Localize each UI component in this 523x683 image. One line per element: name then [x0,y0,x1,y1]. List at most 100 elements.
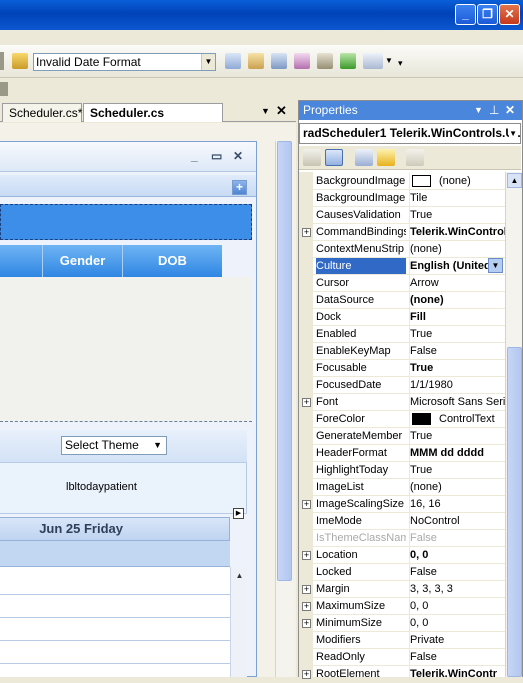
property-row[interactable]: ContextMenuStrip (none) [313,241,505,258]
events-icon[interactable] [377,149,395,166]
property-row[interactable]: ImeMode NoControl [313,513,505,530]
grid-body[interactable] [0,277,252,422]
property-row[interactable]: MinimumSize 0, 0 [313,615,505,632]
start-page-icon[interactable] [340,53,356,69]
property-row[interactable]: HeaderFormat MMM dd dddd [313,445,505,462]
property-value[interactable]: ControlText [409,411,505,427]
chevron-down-icon[interactable]: ▼ [201,54,215,70]
property-row[interactable]: MaximumSize 0, 0 [313,598,505,615]
property-row[interactable]: EnableKeyMap False [313,343,505,360]
theme-select[interactable]: Select Theme ▼ [61,436,167,455]
property-value[interactable]: (none) [409,241,505,257]
grid-column-gender[interactable]: Gender [42,245,122,277]
property-row[interactable]: DataSource (none) [313,292,505,309]
add-icon[interactable]: + [232,180,247,195]
property-row[interactable]: Dock Fill [313,309,505,326]
property-value[interactable]: 0, 0 [409,598,505,614]
categorized-icon[interactable] [303,149,321,166]
pin-icon[interactable]: ⊥ [489,101,499,119]
property-row[interactable]: Font Microsoft Sans Serif [313,394,505,411]
property-value[interactable]: False [409,530,505,546]
property-row[interactable]: FocusedDate 1/1/1980 [313,377,505,394]
object-browser-icon[interactable] [271,53,287,69]
property-value[interactable]: Private [409,632,505,648]
property-row[interactable]: GenerateMember True [313,428,505,445]
property-row[interactable]: ReadOnly False [313,649,505,666]
find-in-files-icon[interactable] [12,53,28,69]
scroll-up-icon[interactable]: ▲ [233,569,246,583]
property-row[interactable]: CommandBindings Telerik.WinControls [313,224,505,241]
property-value[interactable]: 1/1/1980 [409,377,505,393]
property-row[interactable]: Enabled True [313,326,505,343]
expand-icon[interactable]: + [302,585,311,594]
scheduler-scrollbar[interactable]: ▲ [230,567,247,677]
property-pages-icon[interactable] [406,149,424,166]
selected-panel[interactable] [0,204,252,240]
tools-icon[interactable] [317,53,333,69]
property-row[interactable]: BackgroundImage (none) [313,173,505,190]
property-row[interactable]: Culture English (United [313,258,505,275]
property-value[interactable]: 3, 3, 3, 3 [409,581,505,597]
property-value[interactable]: (none) [409,479,505,495]
alphabetical-icon[interactable] [325,149,343,166]
property-row[interactable]: RootElement Telerik.WinContr [313,666,505,683]
toolbox-icon[interactable] [294,53,310,69]
property-row[interactable]: Locked False [313,564,505,581]
property-row[interactable]: Margin 3, 3, 3, 3 [313,581,505,598]
property-value[interactable]: Telerik.WinControls [409,224,505,240]
property-row[interactable]: ImageList (none) [313,479,505,496]
property-value[interactable]: Fill [409,309,505,325]
property-row[interactable]: Cursor Arrow [313,275,505,292]
find-combo[interactable]: Invalid Date Format ▼ [33,53,216,71]
property-value[interactable]: True [409,462,505,478]
property-value[interactable]: NoControl [409,513,505,529]
tab-list-dropdown-icon[interactable]: ▼ [261,106,270,116]
tab-scheduler-cs[interactable]: Scheduler.cs* [2,103,82,122]
close-panel-icon[interactable]: ✕ [505,101,515,119]
property-row[interactable]: Modifiers Private [313,632,505,649]
expand-icon[interactable]: + [302,602,311,611]
command-window-icon[interactable] [363,53,383,69]
close-window-button[interactable]: ✕ [499,4,520,25]
expand-icon[interactable]: + [302,398,311,407]
property-value[interactable]: (none) [409,173,505,189]
expand-icon[interactable]: + [302,619,311,628]
expand-icon[interactable]: + [302,551,311,560]
find-icon[interactable] [225,53,241,69]
scheduler-allday-row[interactable] [0,541,230,567]
grid-column-dob[interactable]: DOB [122,245,222,277]
property-value[interactable]: MMM dd dddd [409,445,505,461]
property-row[interactable]: BackgroundImageLayoutTile [313,190,505,207]
property-row[interactable]: IsThemeClassName False [313,530,505,547]
property-row[interactable]: ForeColor ControlText [313,411,505,428]
expand-icon[interactable]: + [302,500,311,509]
property-row[interactable]: HighlightToday True [313,462,505,479]
chevron-down-icon[interactable]: ▼ [509,124,517,143]
property-row[interactable]: Focusable True [313,360,505,377]
property-grid-scrollbar[interactable]: ▲ [505,172,522,677]
property-value[interactable]: False [409,343,505,359]
open-folder-icon[interactable] [248,53,264,69]
property-value[interactable]: 16, 16 [409,496,505,512]
culture-dropdown-button[interactable]: ▼ [488,258,503,273]
scroll-up-icon[interactable]: ▲ [507,173,522,188]
designer-scroll-thumb[interactable] [277,141,292,581]
property-scroll-thumb[interactable] [507,347,522,677]
designer-scrollbar[interactable] [275,141,293,677]
property-value[interactable]: True [409,360,505,376]
property-value[interactable]: Microsoft Sans Serif [409,394,505,410]
restore-button[interactable]: ❐ [477,4,498,25]
property-value[interactable]: True [409,428,505,444]
property-row[interactable]: ImageScalingSize 16, 16 [313,496,505,513]
properties-icon[interactable] [355,149,373,166]
property-value[interactable]: 0, 0 [409,615,505,631]
property-value[interactable]: True [409,326,505,342]
property-value[interactable]: False [409,649,505,665]
toolbar-dropdown-icon[interactable]: ▼ [385,56,393,65]
expand-icon[interactable]: + [302,228,311,237]
property-value[interactable]: Tile [409,190,505,206]
property-value[interactable]: True [409,207,505,223]
property-value[interactable]: Telerik.WinContr [409,666,505,682]
property-value[interactable]: False [409,564,505,580]
property-value[interactable]: (none) [409,292,505,308]
